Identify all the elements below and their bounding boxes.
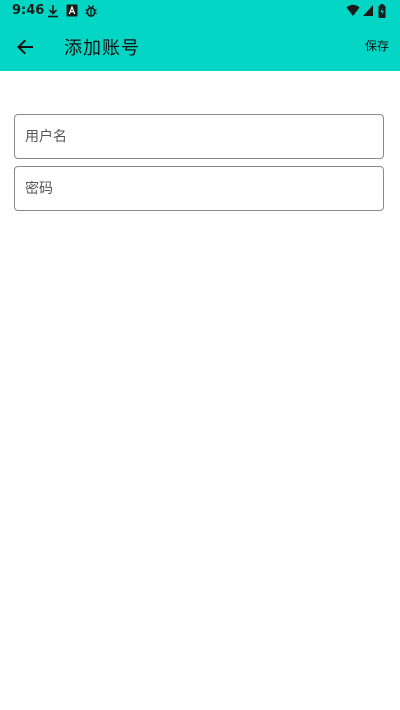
- wifi-icon: [346, 4, 360, 16]
- status-time: 9:46: [12, 3, 45, 18]
- app-bar: 9:46 添加账号 保存: [0, 0, 400, 71]
- download-icon: [48, 5, 58, 18]
- password-field[interactable]: [14, 166, 384, 211]
- bug-icon: [85, 5, 97, 18]
- back-button[interactable]: [10, 32, 40, 62]
- arrow-left-icon: [17, 39, 33, 55]
- username-input[interactable]: [25, 115, 383, 158]
- save-button[interactable]: 保存: [365, 37, 389, 54]
- cell-signal-icon: [363, 5, 373, 16]
- toolbar: 添加账号 保存: [0, 24, 400, 71]
- status-bar: 9:46: [0, 0, 400, 24]
- font-box-icon: [66, 4, 78, 17]
- password-input[interactable]: [25, 167, 383, 210]
- battery-charging-icon: [378, 4, 386, 18]
- username-field[interactable]: [14, 114, 384, 159]
- page-title: 添加账号: [64, 38, 140, 59]
